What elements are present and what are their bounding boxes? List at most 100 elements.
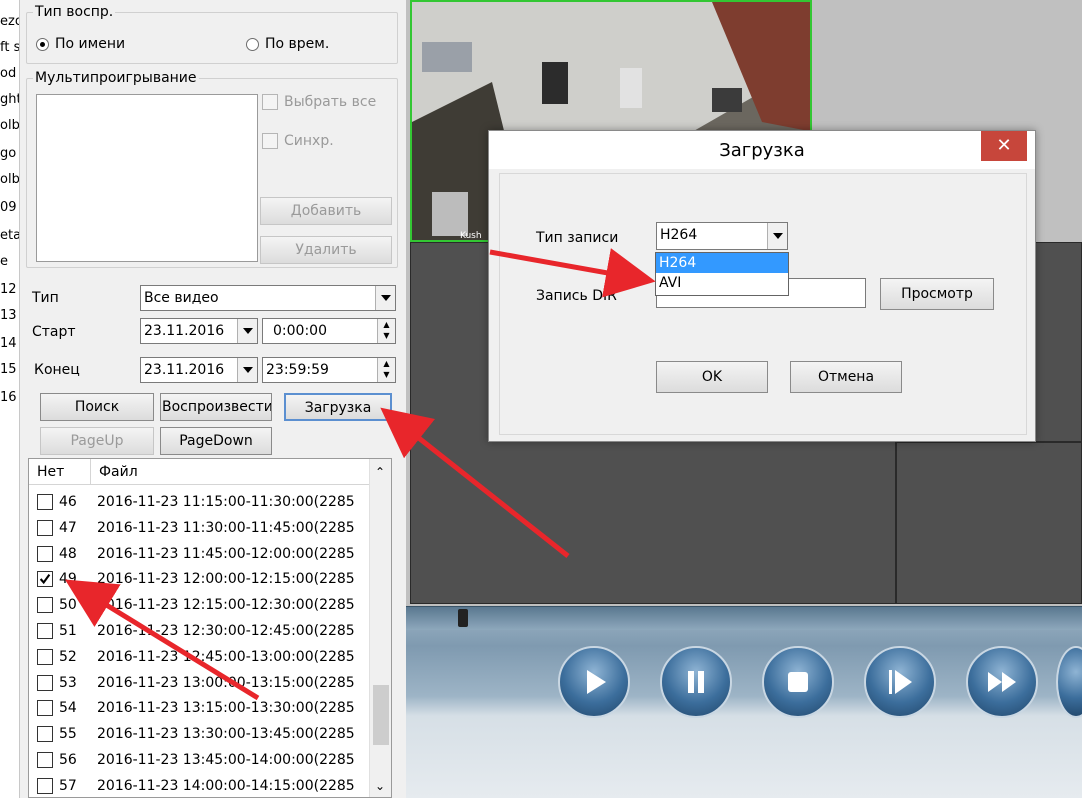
chevron-down-icon[interactable]: ⌄ [375,779,385,793]
end-date-picker[interactable]: 23.11.2016 [140,357,258,383]
vertical-scrollbar[interactable]: ⌃ ⌄ [369,459,391,797]
row-checkbox[interactable] [37,726,53,743]
time-spinner-icon[interactable]: ▲ ▼ [377,358,395,382]
row-checkbox[interactable] [37,519,53,536]
seek-thumb[interactable] [458,609,468,627]
chevron-down-icon[interactable] [237,319,257,343]
table-row[interactable]: 56 2016-11-23 13:45:00-14:00:00(2285 [29,747,369,773]
tree-item[interactable]: ght [0,92,19,107]
dropdown-option-avi[interactable]: AVI [656,273,788,293]
row-checkbox[interactable] [37,571,53,588]
step-forward-icon[interactable] [864,646,936,718]
tree-item[interactable]: ft s [0,40,19,55]
page-down-button[interactable]: PageDown [160,427,272,455]
table-row[interactable]: 57 2016-11-23 14:00:00-14:15:00(2285 [29,773,369,797]
column-header-no[interactable]: Нет [29,459,91,484]
tree-item[interactable]: ezo [0,14,19,29]
start-time-field[interactable]: 0:00:00 ▲ ▼ [262,318,396,344]
end-label: Конец [34,362,80,378]
time-spinner-icon[interactable]: ▲ ▼ [377,319,395,343]
row-number: 46 [59,494,77,510]
tree-item[interactable]: 13 [0,308,17,323]
chevron-down-icon[interactable] [375,286,395,310]
checkbox[interactable] [262,94,278,110]
radio-by-name[interactable]: По имени [36,36,125,52]
radio-by-time[interactable]: По врем. [246,36,329,52]
play-button[interactable]: Воспроизвести [160,393,272,421]
camera-view-4[interactable] [896,442,1082,604]
tree-item[interactable]: 09 [0,200,17,215]
table-row[interactable]: 46 2016-11-23 11:15:00-11:30:00(2285 [29,489,369,515]
tree-item[interactable]: olb [0,118,19,133]
row-number: 48 [59,545,77,562]
table-row[interactable]: 49 2016-11-23 12:00:00-12:15:00(2285 [29,566,369,592]
end-time-field[interactable]: 23:59:59 ▲ ▼ [262,357,396,383]
next-icon[interactable] [1056,646,1082,718]
row-checkbox[interactable] [37,597,53,614]
tree-item[interactable]: 15 [0,362,17,377]
chevron-up-icon[interactable]: ⌃ [375,465,385,479]
record-type-select[interactable]: H264 [656,222,788,250]
row-file: 2016-11-23 13:45:00-14:00:00(2285 [97,752,355,768]
chevron-down-icon[interactable] [237,358,257,382]
stop-icon[interactable] [762,646,834,718]
table-row[interactable]: 47 2016-11-23 11:30:00-11:45:00(2285 [29,515,369,541]
table-row[interactable]: 55 2016-11-23 13:30:00-13:45:00(2285 [29,721,369,747]
tree-item[interactable]: 16 [0,390,17,405]
cancel-button[interactable]: Отмена [790,361,902,393]
playback-type-legend: Тип воспр. [35,4,114,20]
tree-item[interactable]: 14 [0,336,17,351]
fast-forward-icon[interactable] [966,646,1038,718]
select-all-checkbox[interactable]: Выбрать все [262,94,376,110]
remove-button[interactable]: Удалить [260,236,392,264]
radio-dot[interactable] [36,37,49,51]
row-file: 2016-11-23 13:15:00-13:30:00(2285 [97,700,355,717]
tree-item[interactable]: e [0,254,8,269]
dropdown-option-h264[interactable]: H264 [656,253,788,273]
end-time-value: 23:59:59 [266,362,329,378]
record-type-dropdown[interactable]: H264 AVI [655,252,789,296]
table-row[interactable]: 48 2016-11-23 11:45:00-12:00:00(2285 [29,541,369,567]
row-checkbox[interactable] [37,623,53,639]
browse-button[interactable]: Просмотр [880,278,994,310]
dialog-body: Тип записи H264 Запись DIR Просмотр OK О… [499,173,1027,435]
row-checkbox[interactable] [37,648,53,665]
row-file: 2016-11-23 12:30:00-12:45:00(2285 [97,623,355,639]
page-up-button[interactable]: PageUp [40,427,154,455]
play-icon[interactable] [558,646,630,718]
start-date-picker[interactable]: 23.11.2016 [140,318,258,344]
download-button[interactable]: Загрузка [284,393,392,421]
table-row[interactable]: 52 2016-11-23 12:45:00-13:00:00(2285 [29,644,369,670]
row-file: 2016-11-23 12:15:00-12:30:00(2285 [97,597,355,614]
table-row[interactable]: 50 2016-11-23 12:15:00-12:30:00(2285 [29,592,369,618]
radio-dot[interactable] [246,37,259,51]
multiplay-list[interactable] [36,94,258,262]
row-checkbox[interactable] [37,545,53,562]
tree-item[interactable]: eta [0,228,19,243]
row-checkbox[interactable] [37,700,53,717]
row-checkbox[interactable] [37,752,53,768]
seek-bar[interactable] [406,606,1082,630]
type-select[interactable]: Все видео [140,285,396,311]
checkbox[interactable] [262,133,278,149]
table-row[interactable]: 54 2016-11-23 13:15:00-13:30:00(2285 [29,695,369,721]
row-checkbox[interactable] [37,674,53,691]
table-row[interactable]: 51 2016-11-23 12:30:00-12:45:00(2285 [29,618,369,644]
scrollbar-thumb[interactable] [373,685,389,745]
table-row[interactable]: 53 2016-11-23 13:00:00-13:15:00(2285 [29,670,369,696]
column-header-file[interactable]: Файл [91,459,369,484]
pause-icon[interactable] [660,646,732,718]
chevron-down-icon[interactable] [767,223,787,249]
close-icon[interactable]: ✕ [981,131,1027,161]
sync-checkbox[interactable]: Синхр. [262,133,334,149]
tree-item[interactable]: go [0,146,16,161]
ok-button[interactable]: OK [656,361,768,393]
row-checkbox[interactable] [37,777,53,794]
tree-item[interactable]: olb [0,172,19,187]
row-checkbox[interactable] [37,494,53,510]
add-button[interactable]: Добавить [260,197,392,225]
search-button[interactable]: Поиск [40,393,154,421]
tree-item[interactable]: 12 [0,282,17,297]
file-list[interactable]: Нет Файл 46 2016-11-23 11:15:00-11:30:00(… [28,458,392,798]
tree-item[interactable]: od [0,66,16,81]
